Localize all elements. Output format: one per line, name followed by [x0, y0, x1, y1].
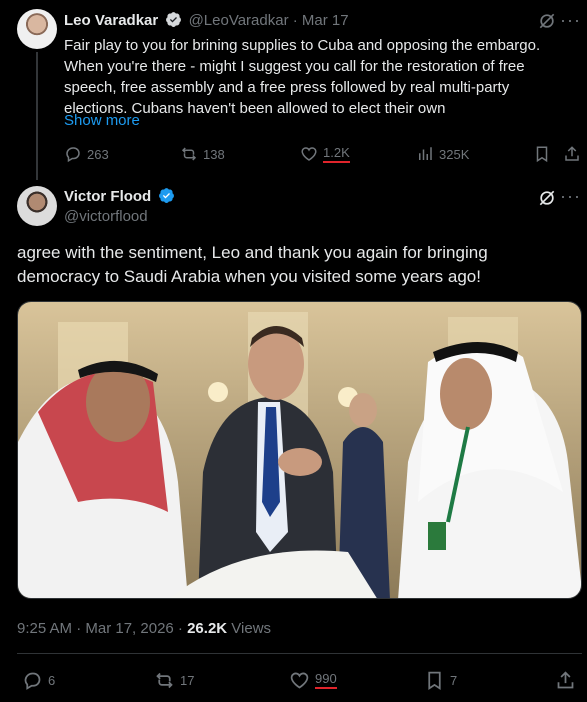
- author-name[interactable]: Leo Varadkar: [64, 12, 158, 29]
- bookmark-button[interactable]: 7: [424, 668, 457, 692]
- reply-icon: [66, 147, 80, 163]
- parent-tweet[interactable]: Leo Varadkar @LeoVaradkar · Mar 17 ··· F…: [0, 0, 587, 180]
- share-icon: [557, 670, 574, 688]
- photo-illustration: [18, 302, 581, 598]
- grok-icon[interactable]: [537, 188, 557, 208]
- bookmark-icon: [428, 671, 441, 690]
- share-button[interactable]: [563, 142, 581, 166]
- tweet-timestamp: 9:25 AM · Mar 17, 2026 · 26.2K Views: [17, 620, 271, 637]
- main-tweet-header: Victor Flood: [64, 187, 177, 205]
- repost-button[interactable]: 17: [154, 668, 194, 692]
- thread-connector: [36, 52, 38, 180]
- more-options-icon[interactable]: ···: [560, 186, 581, 207]
- show-more-link[interactable]: Show more: [64, 112, 140, 129]
- like-count: 990: [315, 671, 337, 689]
- parent-action-bar: 263 138 1.2K 325K: [64, 142, 584, 166]
- repost-count: 17: [180, 672, 195, 688]
- views-count: 26.2K: [187, 620, 228, 637]
- repost-icon: [156, 672, 173, 688]
- bookmark-icon: [536, 146, 548, 163]
- like-count: 1.2K: [323, 145, 350, 163]
- avatar[interactable]: [17, 9, 57, 49]
- view-count: 325K: [439, 146, 470, 162]
- separator: ·: [292, 12, 298, 29]
- heart-icon: [290, 672, 309, 689]
- repost-icon: [181, 147, 197, 161]
- repost-button[interactable]: 138: [180, 142, 225, 166]
- views-label: Views: [227, 620, 272, 637]
- more-options-icon[interactable]: ···: [560, 10, 581, 31]
- tweet-photo[interactable]: [17, 301, 582, 599]
- reply-icon: [24, 672, 41, 690]
- bookmark-button[interactable]: [533, 142, 551, 166]
- main-tweet-text: agree with the sentiment, Leo and thank …: [17, 243, 488, 286]
- share-button[interactable]: [555, 668, 576, 692]
- views-button[interactable]: 325K: [416, 142, 469, 166]
- main-action-bar: 6 17 990 7: [17, 668, 582, 694]
- parent-tweet-text: Fair play to you for brining supplies to…: [64, 37, 541, 117]
- like-button[interactable]: 990: [289, 668, 337, 692]
- divider: [17, 653, 582, 654]
- verified-badge-icon: [159, 188, 175, 203]
- bookmark-count: 7: [450, 672, 458, 688]
- author-handle[interactable]: @victorflood: [64, 208, 148, 225]
- heart-icon: [301, 147, 317, 161]
- tweet-date[interactable]: Mar 17: [302, 12, 349, 29]
- reply-count: 6: [48, 672, 56, 688]
- reply-button[interactable]: 6: [22, 668, 55, 692]
- author-name[interactable]: Victor Flood: [64, 188, 151, 205]
- like-button[interactable]: 1.2K: [300, 142, 350, 166]
- avatar[interactable]: [17, 186, 57, 226]
- share-icon: [565, 146, 579, 161]
- analytics-icon: [419, 147, 432, 160]
- author-handle[interactable]: @LeoVaradkar: [189, 12, 289, 29]
- timestamp-text[interactable]: 9:25 AM · Mar 17, 2026 ·: [17, 620, 187, 637]
- reply-count: 263: [87, 146, 109, 162]
- repost-count: 138: [203, 146, 225, 162]
- reply-button[interactable]: 263: [64, 142, 109, 166]
- parent-tweet-header: Leo Varadkar @LeoVaradkar · Mar 17: [64, 11, 349, 29]
- grok-icon[interactable]: [537, 11, 557, 31]
- verified-badge-icon: [166, 12, 182, 27]
